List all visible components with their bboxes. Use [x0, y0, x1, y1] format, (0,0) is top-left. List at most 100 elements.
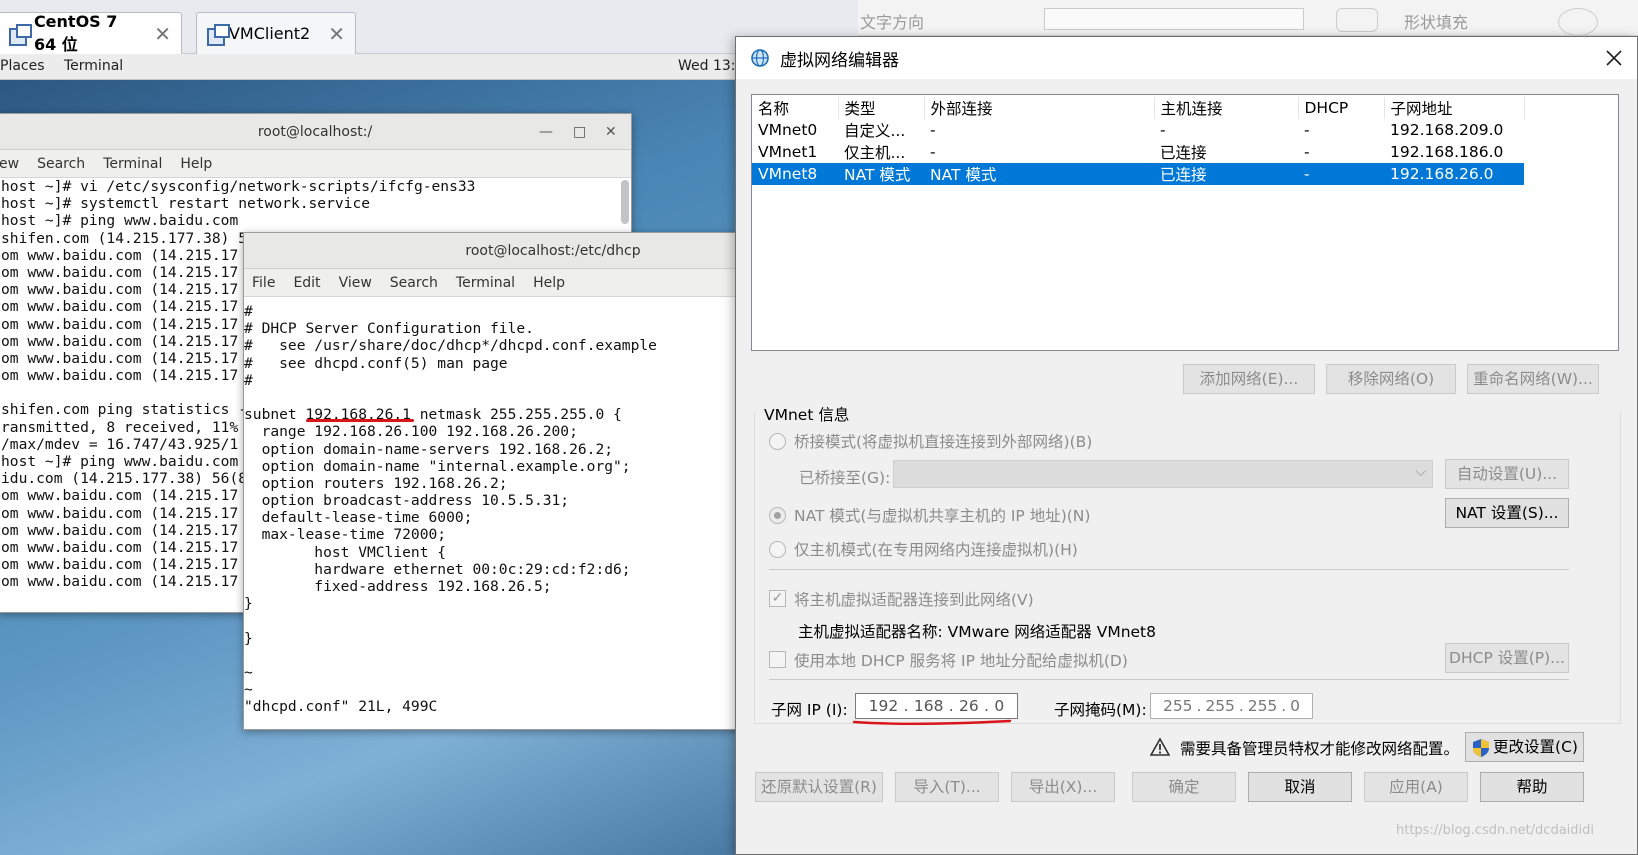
help-button[interactable]: 帮助 [1480, 772, 1584, 802]
network-table: 名称 类型 外部连接 主机连接 DHCP 子网地址 VMnet0 自定义... - -… [752, 97, 1525, 185]
subnet-ip-input[interactable]: 192. 168. 26. 0 [855, 693, 1018, 719]
terminal-line: } [244, 595, 253, 613]
radio-dot [774, 512, 781, 519]
terminal-titlebar[interactable]: root@localhost:/etc/dhcp [244, 233, 742, 269]
remove-network-button[interactable]: 移除网络(O) [1326, 364, 1456, 394]
ip-octet: 26 [959, 697, 979, 715]
menu-help[interactable]: Help [180, 156, 212, 172]
network-list[interactable]: 名称 类型 外部连接 主机连接 DHCP 子网地址 VMnet0 自定义... - -… [751, 94, 1619, 351]
menu-view[interactable]: ew [0, 156, 19, 172]
column-header[interactable]: 外部连接 [924, 97, 1155, 119]
admin-warning-text: 需要具备管理员特权才能修改网络配置。 [1180, 740, 1460, 758]
terminal-line: # see dhcpd.conf(5) man page [244, 354, 508, 372]
nat-mode-radio[interactable] [769, 507, 786, 524]
rename-network-button[interactable]: 重命名网络(W)... [1467, 364, 1599, 394]
close-icon[interactable]: ✕ [154, 22, 171, 46]
table-cell: 已连接 [1160, 166, 1207, 184]
bridged-mode-label[interactable]: 桥接模式(将虚拟机直接连接到外部网络)(B) [794, 430, 1092, 452]
change-settings-label: 更改设置(C) [1493, 738, 1578, 756]
use-dhcp-checkbox[interactable] [769, 651, 786, 668]
mask-octet: 255 [1162, 697, 1193, 715]
terminal-line: ~ [244, 681, 253, 699]
shape-gallery[interactable] [1044, 8, 1304, 30]
connect-adapter-checkbox[interactable]: ✓ [769, 590, 786, 607]
close-icon[interactable]: ✕ [605, 114, 617, 150]
mask-octet: 255 [1247, 697, 1278, 715]
table-row[interactable]: VMnet8 NAT 模式 NAT 模式 已连接 - 192.168.26.0 [752, 163, 1524, 185]
tab-centos[interactable]: CentOS 7 64 位 ✕ [0, 12, 182, 54]
terminal-line: default-lease-time 6000; [244, 509, 473, 527]
shape-fill-label[interactable]: 形状填充 [1404, 9, 1468, 33]
menu-terminal[interactable]: Terminal [103, 156, 162, 172]
column-header[interactable]: 子网地址 [1384, 97, 1525, 119]
connect-adapter-label[interactable]: 将主机虚拟适配器连接到此网络(V) [794, 588, 1034, 610]
tab-label: CentOS 7 64 位 [33, 12, 118, 54]
tab-vmclient2[interactable]: VMClient2 ✕ [196, 12, 356, 54]
table-row[interactable]: VMnet1 仅主机... - 已连接 - 192.168.186.0 [752, 141, 1524, 163]
restore-defaults-button[interactable]: 还原默认设置(R) [755, 772, 883, 802]
menu-file[interactable]: File [252, 275, 275, 291]
import-button[interactable]: 导入(T)... [895, 772, 999, 802]
cancel-button[interactable]: 取消 [1248, 772, 1352, 802]
add-network-button[interactable]: 添加网络(E)... [1183, 364, 1315, 394]
column-header[interactable]: DHCP [1298, 97, 1385, 119]
host-only-label[interactable]: 仅主机模式(在专用网络内连接虚拟机)(H) [794, 538, 1078, 560]
shape-outline-icon[interactable] [1558, 8, 1598, 36]
export-button[interactable]: 导出(X)... [1011, 772, 1115, 802]
change-settings-button[interactable]: 更改设置(C) [1465, 732, 1584, 762]
menu-terminal[interactable]: Terminal [456, 275, 515, 291]
column-header[interactable]: 名称 [752, 97, 839, 119]
menu-search[interactable]: Search [37, 156, 85, 172]
network-globe-icon [751, 49, 769, 67]
auto-settings-button[interactable]: 自动设置(U)... [1445, 459, 1569, 489]
text-direction-label[interactable]: 文字方向 [860, 9, 924, 33]
menu-edit[interactable]: Edit [293, 275, 320, 291]
annotation-underline [852, 719, 1012, 725]
ip-octet: 168 [913, 697, 944, 715]
bridged-to-select[interactable]: ⌵ [893, 460, 1433, 488]
nat-mode-label[interactable]: NAT 模式(与虚拟机共享主机的 IP 地址)(N) [794, 504, 1090, 526]
table-cell: - [1304, 143, 1310, 161]
column-header[interactable]: 主机连接 [1154, 97, 1299, 119]
menu-search[interactable]: Search [390, 275, 438, 291]
terminal-line: # [244, 371, 253, 389]
menu-help[interactable]: Help [533, 275, 565, 291]
maximize-icon[interactable]: □ [573, 114, 586, 150]
terminal-titlebar[interactable]: root@localhost:/ — □ ✕ [0, 114, 631, 150]
terminal-line: # DHCP Server Configuration file. [244, 320, 534, 338]
vim-editor[interactable]: # # DHCP Server Configuration file. # see … [244, 297, 742, 725]
terminal-menubar: ew Search Terminal Help [0, 150, 631, 178]
subnet-mask-input[interactable]: 255. 255. 255. 0 [1150, 693, 1313, 719]
dialog-titlebar[interactable]: 虚拟网络编辑器 [736, 37, 1637, 79]
terminal-menu[interactable]: Terminal [64, 58, 123, 74]
use-dhcp-label[interactable]: 使用本地 DHCP 服务将 IP 地址分配给虚拟机(D) [794, 649, 1128, 671]
table-cell: VMnet0 [758, 121, 818, 139]
separator [769, 679, 1569, 680]
terminal-window-dhcp[interactable]: root@localhost:/etc/dhcp File Edit View … [243, 232, 743, 730]
table-row[interactable]: VMnet0 自定义... - - - 192.168.209.0 [752, 119, 1524, 141]
host-only-radio[interactable] [769, 541, 786, 558]
column-header[interactable]: 类型 [838, 97, 925, 119]
table-cell: - [1304, 121, 1310, 139]
close-icon[interactable]: ✕ [328, 22, 345, 46]
ok-button[interactable]: 确定 [1132, 772, 1236, 802]
dhcp-settings-button[interactable]: DHCP 设置(P)... [1445, 643, 1569, 673]
terminal-line: } [244, 629, 253, 647]
vm-icon [9, 23, 32, 46]
places-menu[interactable]: Places [0, 58, 45, 74]
subnet-ip-label: 子网 IP (I): [771, 701, 848, 719]
table-cell: 192.168.209.0 [1390, 121, 1504, 139]
close-icon[interactable] [1605, 49, 1623, 67]
shape-style-icon[interactable] [1336, 8, 1378, 32]
menu-view[interactable]: View [339, 275, 372, 291]
table-cell: VMnet1 [758, 143, 818, 161]
scrollbar[interactable] [621, 180, 629, 224]
table-header: 名称 类型 外部连接 主机连接 DHCP 子网地址 [752, 97, 1525, 119]
nat-settings-button[interactable]: NAT 设置(S)... [1445, 498, 1569, 528]
bridged-mode-radio[interactable] [769, 433, 786, 450]
table-cell: - [930, 143, 936, 161]
apply-button[interactable]: 应用(A) [1364, 772, 1468, 802]
terminal-line: max-lease-time 72000; [244, 526, 447, 544]
minimize-icon[interactable]: — [539, 114, 553, 150]
